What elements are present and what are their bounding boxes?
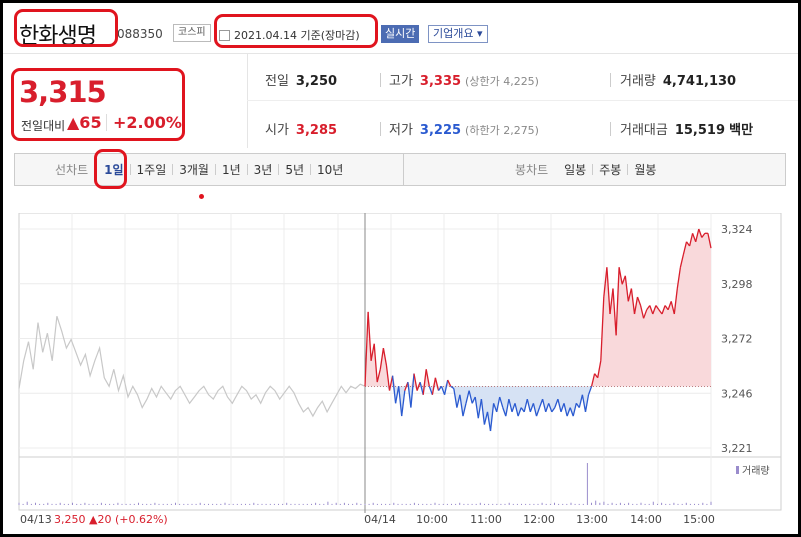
prev-day-date: 04/13 bbox=[20, 513, 52, 525]
market-badge: 코스피 bbox=[173, 24, 211, 42]
volume-legend-swatch bbox=[736, 466, 739, 474]
x-tick-label: 13:00 bbox=[576, 513, 608, 525]
y-tick-label: 3,221 bbox=[721, 442, 753, 455]
tab-candle-2[interactable]: 월봉 bbox=[628, 161, 662, 178]
x-tick-label: 14:00 bbox=[630, 513, 662, 525]
stat-label: 고가 bbox=[389, 74, 413, 89]
annotation-box bbox=[11, 68, 185, 141]
intraday-price-chart: 3,324 3,298 3,272 3,246 3,221 거래량 04/14 10:00 11… bbox=[18, 213, 782, 525]
tab-line-4[interactable]: 3년 bbox=[248, 161, 279, 178]
stat-value: 3,225 bbox=[419, 123, 462, 138]
stat-sub: (상한가 4,225) bbox=[465, 75, 539, 88]
stat-high: 고가 3,335 (상한가 4,225) bbox=[389, 70, 539, 89]
divider bbox=[403, 154, 404, 185]
x-tick-label: 04/14 bbox=[364, 513, 396, 525]
stock-quote-panel: 한화생명 088350 코스피 2021.04.14 기준(장마감) 실시간 기… bbox=[3, 3, 798, 534]
y-tick-label: 3,246 bbox=[721, 387, 753, 400]
x-tick-label: 11:00 bbox=[470, 513, 502, 525]
candle-chart-tabs: 봉차트 일봉 주봉 월봉 bbox=[509, 154, 662, 185]
stat-label: 거래량 bbox=[620, 74, 656, 89]
annotation-box bbox=[214, 14, 378, 48]
stat-volume: 거래량 4,741,130 bbox=[620, 70, 736, 89]
stat-label: 저가 bbox=[389, 123, 413, 138]
tab-line-5[interactable]: 5년 bbox=[279, 161, 310, 178]
stat-value: 3,250 bbox=[295, 74, 338, 89]
x-tick-label: 15:00 bbox=[683, 513, 715, 525]
prev-day-close: 3,250 ▲20 (+0.62%) bbox=[54, 513, 168, 525]
stat-value: 3,285 bbox=[295, 123, 338, 138]
stat-label: 거래대금 bbox=[620, 123, 668, 138]
x-tick-label: 10:00 bbox=[416, 513, 448, 525]
stat-label: 전일 bbox=[265, 74, 289, 89]
prev-day-line bbox=[18, 316, 366, 418]
stat-unit: 백만 bbox=[729, 123, 754, 138]
realtime-button[interactable]: 실시간 bbox=[381, 25, 420, 43]
y-tick-label: 3,298 bbox=[721, 278, 753, 291]
corp-info-button[interactable]: 기업개요 ▾ bbox=[428, 25, 488, 43]
corp-info-label: 기업개요 bbox=[433, 27, 474, 40]
tab-candle-0[interactable]: 일봉 bbox=[558, 161, 592, 178]
stock-code: 088350 bbox=[117, 27, 163, 41]
stat-label: 시가 bbox=[265, 123, 289, 138]
annotation-box bbox=[14, 9, 118, 47]
candle-chart-label: 봉차트 bbox=[515, 163, 549, 177]
title-row: 한화생명 088350 코스피 2021.04.14 기준(장마감) 실시간 기… bbox=[3, 3, 798, 53]
tab-line-3[interactable]: 1년 bbox=[216, 161, 247, 178]
stat-prev-close: 전일 3,250 bbox=[265, 70, 337, 89]
chart-period-tabs: 선차트 1일 1주일 3개월 1년 3년 5년 10년 봉차트 일봉 주봉 월봉 bbox=[14, 153, 786, 186]
line-chart-label: 선차트 bbox=[55, 163, 89, 177]
annotation-dot bbox=[199, 194, 204, 199]
divider bbox=[610, 122, 611, 136]
stat-value: 4,741,130 bbox=[662, 74, 737, 89]
y-tick-label: 3,324 bbox=[721, 223, 753, 236]
x-tick-label: 12:00 bbox=[523, 513, 555, 525]
up-area-fill bbox=[365, 229, 711, 387]
divider bbox=[247, 100, 798, 101]
divider bbox=[380, 73, 381, 87]
stat-trade-value: 거래대금 15,519 백만 bbox=[620, 119, 753, 138]
stat-low: 저가 3,225 (하한가 2,275) bbox=[389, 119, 539, 138]
tab-line-2[interactable]: 3개월 bbox=[173, 161, 215, 178]
volume-legend-label: 거래량 bbox=[742, 465, 770, 477]
annotation-box bbox=[94, 149, 127, 189]
chevron-down-icon: ▾ bbox=[476, 27, 483, 40]
stat-value: 3,335 bbox=[419, 74, 462, 89]
stat-open: 시가 3,285 bbox=[265, 119, 337, 138]
divider bbox=[610, 73, 611, 87]
stat-sub: (하한가 2,275) bbox=[465, 124, 539, 137]
divider bbox=[380, 122, 381, 136]
tab-line-1[interactable]: 1주일 bbox=[131, 161, 173, 178]
tab-candle-1[interactable]: 주봉 bbox=[593, 161, 627, 178]
stat-value: 15,519 bbox=[674, 123, 726, 138]
tab-line-6[interactable]: 10년 bbox=[311, 161, 349, 178]
y-tick-label: 3,272 bbox=[721, 333, 753, 346]
